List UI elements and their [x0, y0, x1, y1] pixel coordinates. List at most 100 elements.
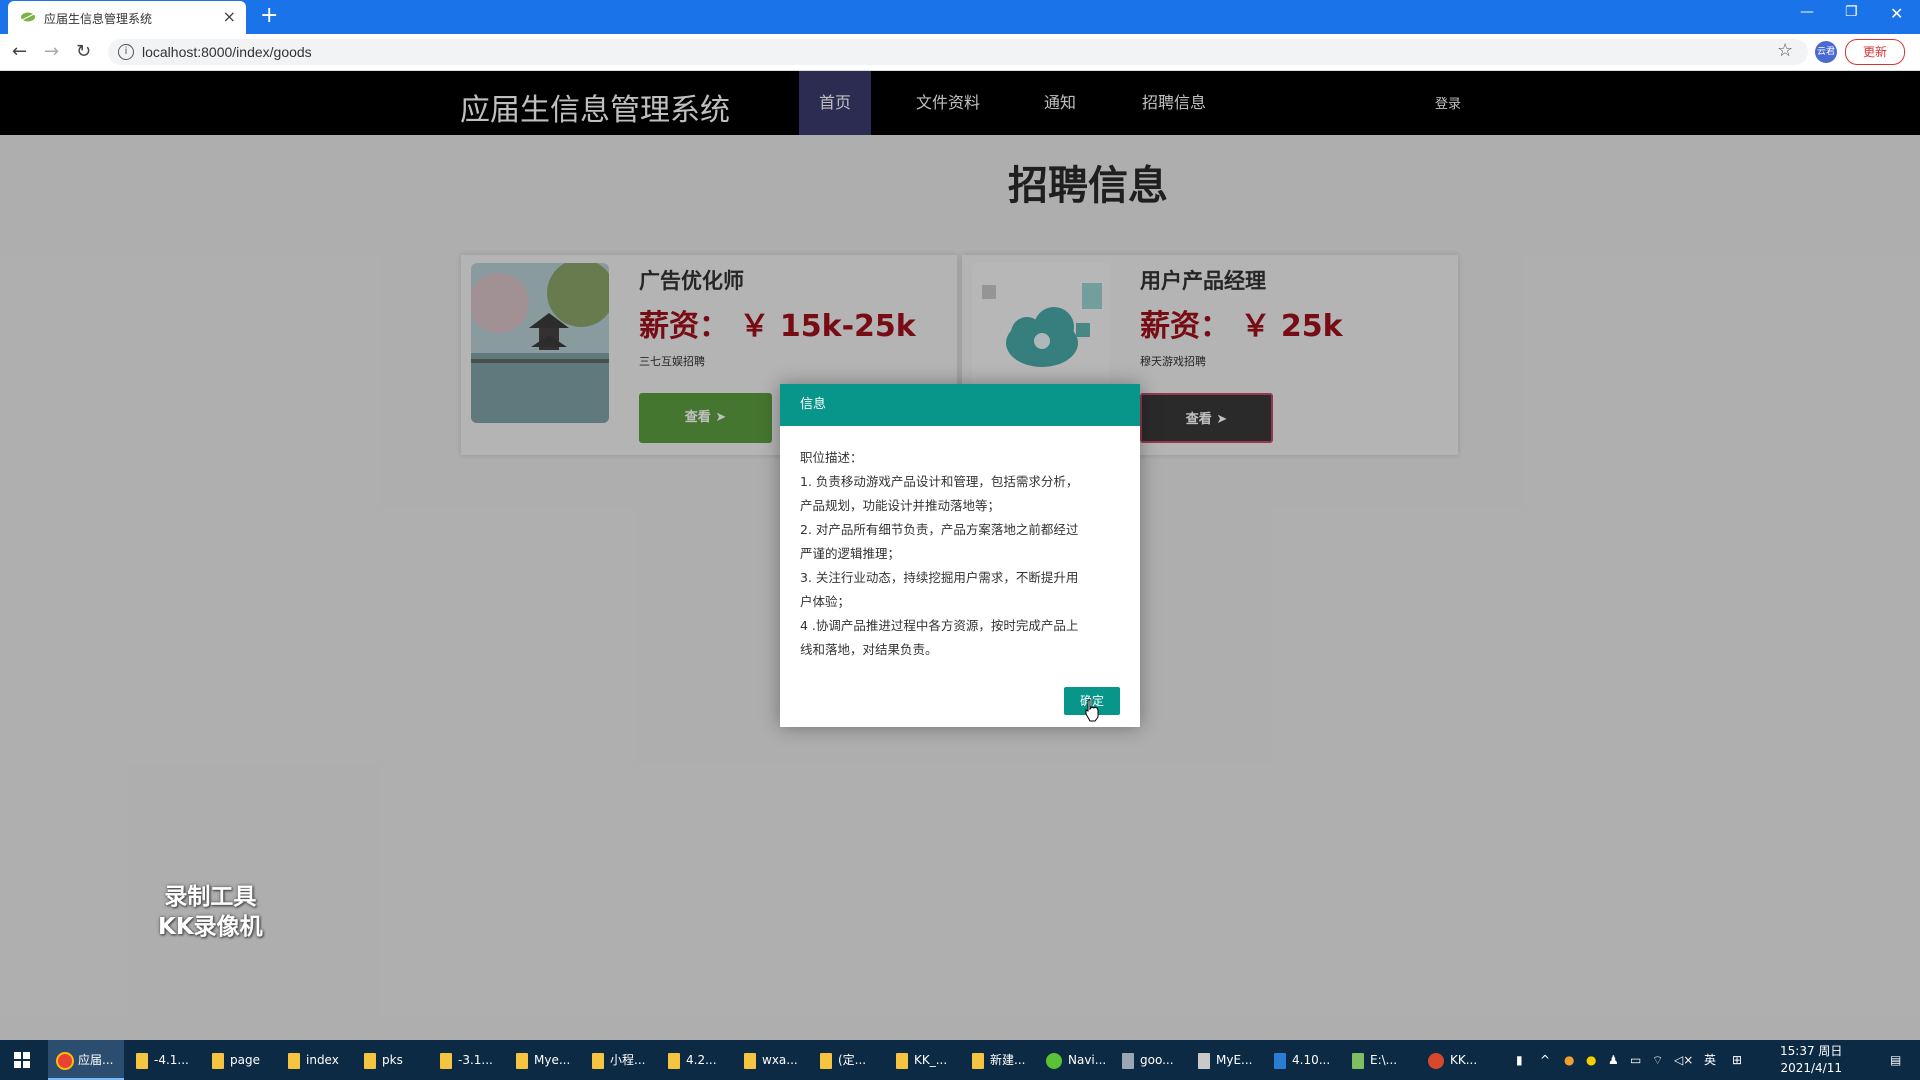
taskbar-item[interactable]: wxa... [744, 1040, 798, 1080]
taskbar-item[interactable]: -3.1... [440, 1040, 493, 1080]
taskbar-item[interactable]: MyE... [1198, 1040, 1252, 1080]
dialog-line: 1. 负责移动游戏产品设计和管理，包括需求分析， [800, 474, 1079, 489]
dialog-line: 产品规划，功能设计并推动落地等； [800, 498, 1001, 513]
folder-icon [972, 1052, 984, 1069]
folder-icon [288, 1052, 300, 1069]
show-hidden-icons-icon[interactable]: ^ [1540, 1040, 1550, 1080]
folder-icon [668, 1052, 680, 1069]
taskbar-item[interactable]: KK_... [896, 1040, 947, 1080]
tray-app-icon[interactable]: ● [1564, 1040, 1574, 1080]
network-icon[interactable]: ▭ [1630, 1040, 1641, 1080]
taskbar-item[interactable]: (定... [820, 1040, 866, 1080]
browser-tab[interactable]: 应届生信息管理系统 × [8, 1, 246, 34]
chrome-icon [56, 1051, 74, 1070]
system-clock[interactable]: 15:37 周日 2021/4/11 [1780, 1043, 1842, 1077]
close-tab-icon[interactable]: × [223, 7, 236, 26]
taskbar-label: pks [382, 1053, 403, 1067]
ime-indicator[interactable]: 英 [1704, 1040, 1716, 1080]
kk-recorder-icon [1428, 1052, 1444, 1069]
taskbar-label: -4.1... [154, 1053, 189, 1067]
folder-icon [896, 1052, 908, 1069]
taskbar: 应届... -4.1... page index pks -3.1... Mye… [0, 1040, 1920, 1080]
folder-icon [136, 1052, 148, 1069]
dialog-title: 信息 [780, 384, 1140, 426]
taskbar-label: KK... [1450, 1053, 1478, 1067]
dialog-line: 职位描述： [800, 450, 863, 465]
windows-start-icon[interactable] [14, 1052, 30, 1068]
forward-icon[interactable]: → [44, 41, 59, 62]
bookmark-star-icon[interactable]: ☆ [1777, 40, 1793, 61]
dialog-line: 3. 关注行业动态，持续挖掘用户需求，不断提升用 [800, 570, 1079, 585]
reload-icon[interactable]: ↻ [76, 41, 91, 62]
taskbar-item[interactable]: -4.1... [136, 1040, 189, 1080]
dialog-line: 线和落地，对结果负责。 [800, 642, 938, 657]
taskbar-item[interactable]: KK... [1428, 1040, 1477, 1080]
taskbar-label: 4.10... [1292, 1053, 1331, 1067]
taskbar-label: 新建... [990, 1053, 1026, 1067]
keyboard-icon[interactable]: ⊞ [1732, 1040, 1742, 1080]
taskbar-item[interactable]: 新建... [972, 1040, 1025, 1080]
taskbar-item[interactable]: 4.2... [668, 1040, 717, 1080]
folder-icon [592, 1052, 604, 1069]
taskbar-item[interactable]: 小程... [592, 1040, 645, 1080]
clock-time: 15:37 周日 [1780, 1044, 1843, 1058]
folder-icon [212, 1052, 224, 1069]
profile-avatar[interactable]: 云君 [1815, 41, 1837, 63]
taskbar-label: wxa... [762, 1053, 798, 1067]
tray-app-icon[interactable]: ● [1586, 1040, 1596, 1080]
taskbar-item[interactable]: Navi... [1046, 1040, 1106, 1080]
wifi-icon[interactable]: ⌔ [1652, 1040, 1663, 1080]
volume-icon[interactable]: ◁× [1674, 1040, 1693, 1080]
taskbar-item[interactable]: 4.10... [1274, 1040, 1330, 1080]
taskbar-label: Navi... [1068, 1053, 1107, 1067]
notepad-icon [1352, 1052, 1364, 1069]
taskbar-label: 4.2... [686, 1053, 717, 1067]
dialog-line: 4 .协调产品推进过程中各方资源，按时完成产品上 [800, 618, 1079, 633]
taskbar-label: MyE... [1216, 1053, 1253, 1067]
dialog-body: 职位描述： 1. 负责移动游戏产品设计和管理，包括需求分析， 产品规划，功能设计… [780, 426, 1140, 662]
taskbar-item[interactable]: Mye... [516, 1040, 570, 1080]
taskbar-item[interactable]: page [212, 1040, 260, 1080]
taskbar-item[interactable]: goo... [1122, 1040, 1174, 1080]
minimize-icon[interactable]: — [1800, 4, 1814, 20]
info-dialog: 信息 职位描述： 1. 负责移动游戏产品设计和管理，包括需求分析， 产品规划，功… [780, 384, 1140, 727]
dialog-line: 严谨的逻辑推理； [800, 546, 901, 561]
leaf-icon [21, 12, 35, 22]
recorder-watermark: 录制工具 KK录像机 [158, 882, 263, 942]
folder-icon [440, 1052, 452, 1069]
taskbar-label: goo... [1140, 1053, 1174, 1067]
folder-icon [516, 1052, 528, 1069]
battery-icon[interactable]: ▮ [1516, 1040, 1523, 1080]
taskbar-label: page [230, 1053, 260, 1067]
dialog-line: 2. 对产品所有细节负责，产品方案落地之前都经过 [800, 522, 1079, 537]
restore-icon[interactable]: ❐ [1845, 4, 1858, 20]
taskbar-item[interactable]: pks [364, 1040, 403, 1080]
taskbar-label: E:\... [1370, 1053, 1398, 1067]
taskbar-item-chrome[interactable]: 应届... [48, 1040, 124, 1080]
close-window-icon[interactable]: ✕ [1890, 4, 1903, 23]
notification-icon[interactable]: ▤ [1890, 1040, 1901, 1080]
taskbar-label: index [306, 1053, 339, 1067]
browser-toolbar: ← → ↻ i localhost:8000/index/goods ☆ 云君 … [0, 34, 1920, 71]
vscode-icon [1274, 1052, 1286, 1069]
tab-title: 应届生信息管理系统 [44, 12, 153, 26]
update-button[interactable]: 更新 [1845, 39, 1905, 65]
new-tab-button[interactable]: + [260, 3, 278, 28]
address-bar[interactable]: i localhost:8000/index/goods [108, 39, 1808, 65]
clock-date: 2021/4/11 [1780, 1061, 1842, 1075]
dialog-line: 户体验； [800, 594, 851, 609]
info-icon[interactable]: i [118, 44, 134, 60]
taskbar-label: 应届... [78, 1053, 114, 1067]
watermark-line: 录制工具 [164, 884, 257, 910]
mouse-pointer-icon [1085, 699, 1099, 722]
folder-icon [364, 1052, 376, 1069]
taskbar-item[interactable]: index [288, 1040, 339, 1080]
back-icon[interactable]: ← [12, 41, 27, 62]
watermark-line: KK录像机 [158, 914, 263, 940]
folder-icon [820, 1052, 832, 1069]
taskbar-label: 小程... [610, 1053, 646, 1067]
taskbar-label: Mye... [534, 1053, 571, 1067]
browser-title-bar: 应届生信息管理系统 × + — ❐ ✕ [0, 0, 1920, 34]
qq-icon[interactable]: ♟ [1608, 1040, 1619, 1080]
taskbar-item[interactable]: E:\... [1352, 1040, 1397, 1080]
